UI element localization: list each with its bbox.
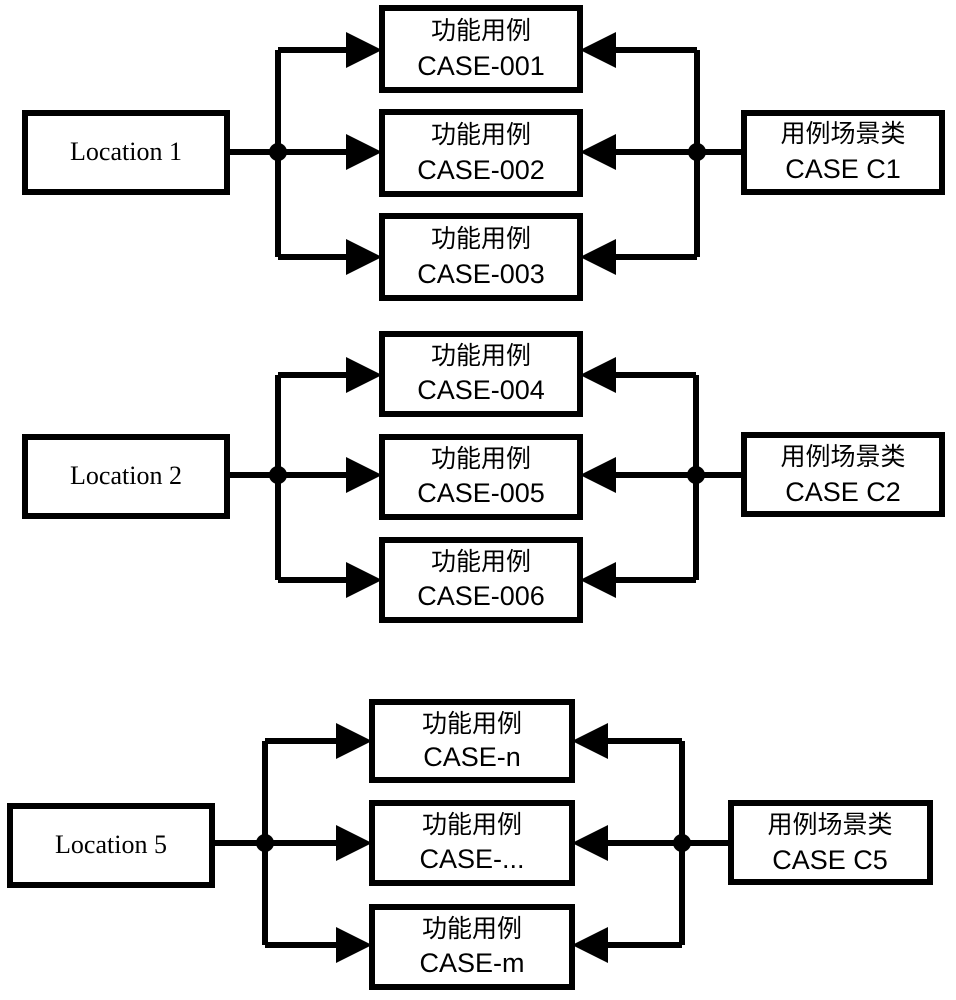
g3-case-3-line1: 功能用例	[422, 914, 522, 943]
g3-case-2-line2: CASE-...	[419, 844, 524, 874]
g2-scenario-line1: 用例场景类	[780, 442, 905, 471]
g2-arrow-right-mid-icon	[580, 457, 616, 493]
g1-case-3-line1: 功能用例	[431, 224, 531, 253]
g3-case-2-line1: 功能用例	[422, 810, 522, 839]
g2-arrow-right-bottom-icon	[580, 562, 616, 598]
g2-arrow-left-top-icon	[346, 357, 382, 393]
g3-case-3-line2: CASE-m	[419, 948, 524, 978]
g3-case-1-line2: CASE-n	[423, 742, 521, 772]
g1-scenario-line2: CASE C1	[785, 154, 901, 184]
flow-diagram-canvas: Location 1 功能用例 CASE-001 功能用例 CASE-002 功…	[7, 5, 945, 990]
g1-arrow-right-bottom-icon	[580, 239, 616, 275]
g2-arrow-left-mid-icon	[346, 457, 382, 493]
g1-left-junction-dot	[269, 143, 287, 161]
g1-arrow-left-mid-icon	[346, 134, 382, 170]
g3-arrow-left-top-icon	[336, 723, 372, 759]
g2-case-1-line1: 功能用例	[431, 341, 531, 370]
g2-case-2-line1: 功能用例	[431, 444, 531, 473]
g3-left-junction-dot	[256, 834, 274, 852]
g1-right-junction-dot	[688, 143, 706, 161]
g1-arrow-left-top-icon	[346, 32, 382, 68]
group-1: Location 1 功能用例 CASE-001 功能用例 CASE-002 功…	[22, 5, 945, 301]
g3-scenario-line1: 用例场景类	[767, 810, 892, 839]
g2-left-junction-dot	[269, 466, 287, 484]
g2-case-3-line1: 功能用例	[431, 547, 531, 576]
g2-location-label: Location 2	[70, 461, 182, 490]
g1-scenario-line1: 用例场景类	[780, 119, 905, 148]
g3-arrow-left-mid-icon	[336, 825, 372, 861]
g2-right-junction-dot	[687, 466, 705, 484]
g3-case-1-line1: 功能用例	[422, 709, 522, 738]
g2-scenario-line2: CASE C2	[785, 477, 901, 507]
g3-scenario-line2: CASE C5	[772, 845, 888, 875]
g2-arrow-left-bottom-icon	[346, 562, 382, 598]
g1-case-2-line1: 功能用例	[431, 120, 531, 149]
g1-case-3-line2: CASE-003	[417, 259, 545, 289]
g1-case-1-line1: 功能用例	[431, 16, 531, 45]
g3-right-junction-dot	[673, 834, 691, 852]
g1-location-label: Location 1	[70, 137, 182, 166]
g1-case-1-line2: CASE-001	[417, 51, 545, 81]
g1-arrow-right-mid-icon	[580, 134, 616, 170]
group-3: Location 5 功能用例 CASE-n 功能用例 CASE-... 功能用…	[7, 699, 933, 990]
g2-case-3-line2: CASE-006	[417, 581, 545, 611]
g3-arrow-left-bottom-icon	[336, 927, 372, 963]
g3-arrow-right-bottom-icon	[572, 927, 608, 963]
g2-case-1-line2: CASE-004	[417, 375, 545, 405]
g1-arrow-left-bottom-icon	[346, 239, 382, 275]
g2-arrow-right-top-icon	[580, 357, 616, 393]
g3-arrow-right-top-icon	[572, 723, 608, 759]
g3-location-label: Location 5	[55, 830, 167, 859]
g1-arrow-right-top-icon	[580, 32, 616, 68]
g1-case-2-line2: CASE-002	[417, 155, 545, 185]
diagram-root: Location 1 功能用例 CASE-001 功能用例 CASE-002 功…	[0, 0, 956, 1000]
g2-case-2-line2: CASE-005	[417, 478, 545, 508]
g3-arrow-right-mid-icon	[572, 825, 608, 861]
group-2: Location 2 功能用例 CASE-004 功能用例 CASE-005 功…	[22, 331, 945, 623]
